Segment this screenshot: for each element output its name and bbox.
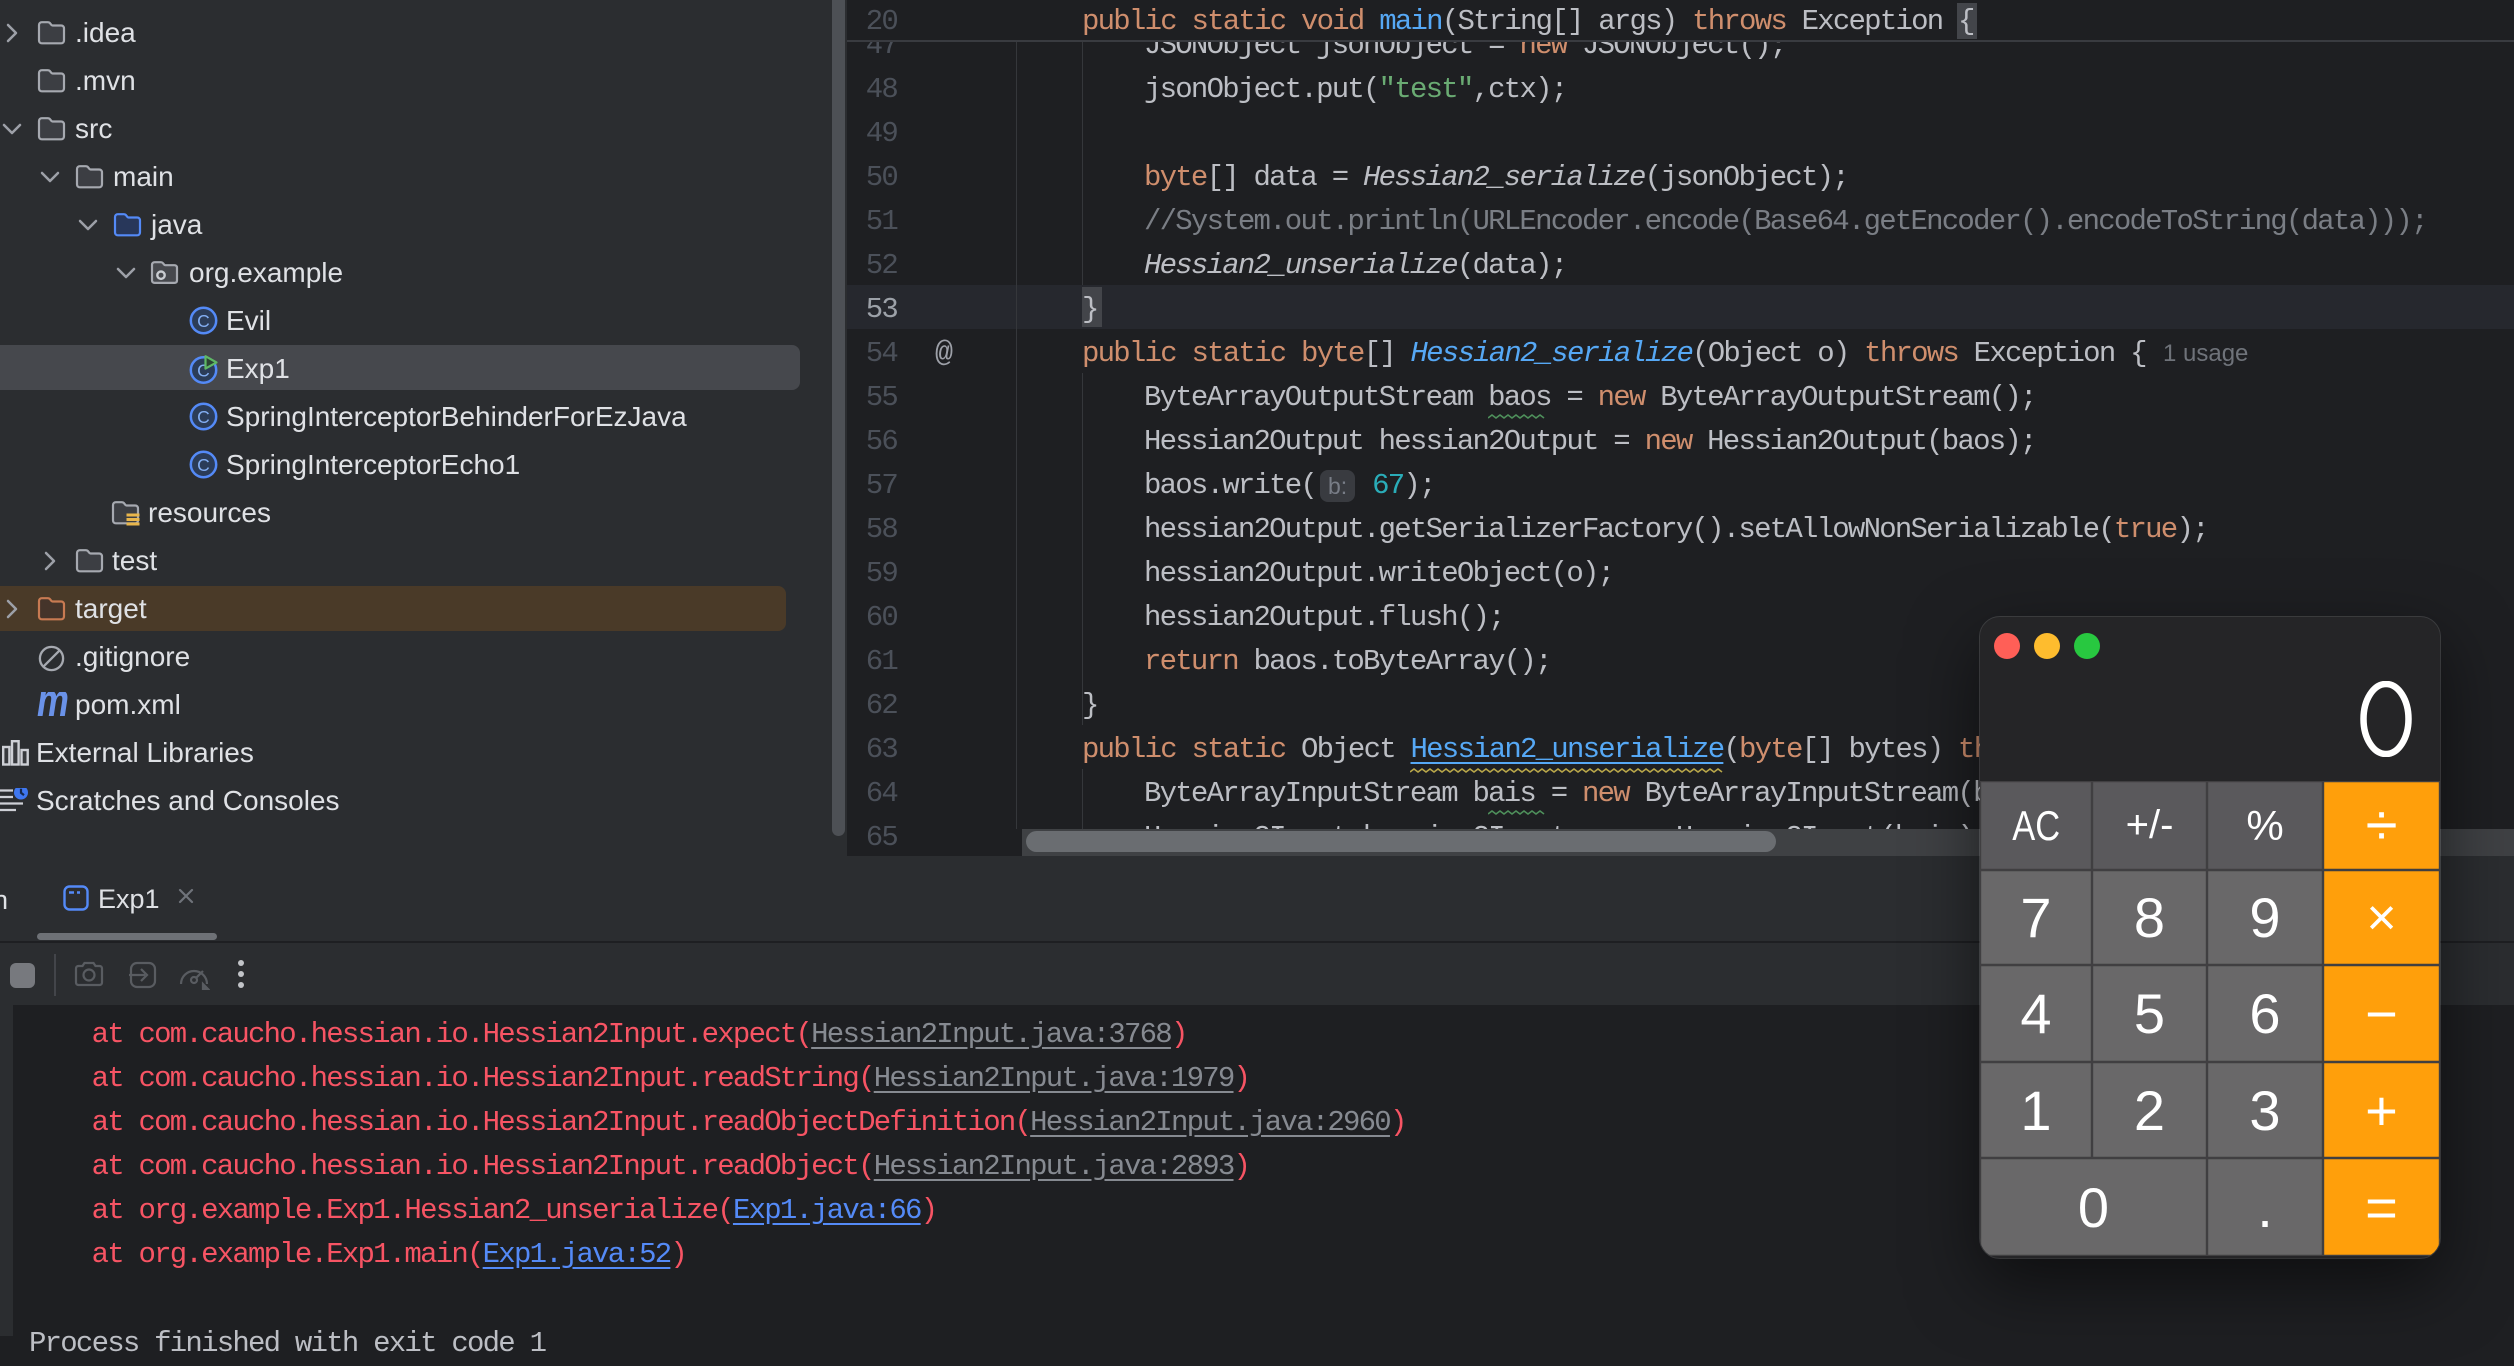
svg-text:m: m <box>37 692 69 722</box>
svg-text:C: C <box>197 311 210 331</box>
svg-text:C: C <box>197 407 210 427</box>
svg-text:C: C <box>197 455 210 475</box>
